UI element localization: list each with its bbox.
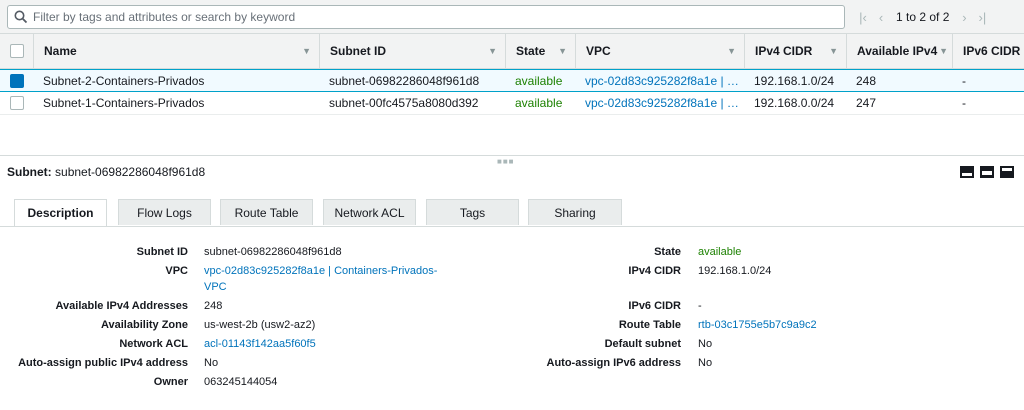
col-ipv4-cidr[interactable]: IPv4 CIDR ▼ <box>744 34 846 69</box>
value-auto-assign-ipv4: No <box>204 357 219 369</box>
label-default-subnet: Default subnet <box>604 338 681 350</box>
value-ipv6-cidr: - <box>698 300 702 312</box>
col-state[interactable]: State ▼ <box>505 34 575 69</box>
cell-name: Subnet-2-Containers-Privados <box>43 74 205 88</box>
filter-bar: |‹ ‹ 1 to 2 of 2 › ›| <box>0 0 1024 34</box>
first-page-icon[interactable]: |‹ <box>858 10 868 25</box>
search-box[interactable] <box>7 5 845 29</box>
col-label: Available IPv4 <box>857 44 938 58</box>
label-owner: Owner <box>153 376 188 388</box>
cell-ipv6-cidr: - <box>962 74 966 88</box>
col-subnet-id[interactable]: Subnet ID ▼ <box>319 34 505 69</box>
col-label: Name <box>44 44 77 58</box>
detail-title-value: subnet-06982286048f961d8 <box>55 165 206 179</box>
label-auto-assign-ipv6: Auto-assign IPv6 address <box>546 357 682 369</box>
col-label: IPv4 CIDR <box>755 44 813 58</box>
value-ipv4-cidr: 192.168.1.0/24 <box>698 265 772 277</box>
search-icon <box>14 10 28 24</box>
value-route-table-link[interactable]: rtb-03c1755e5b7c9a9c2 <box>698 319 817 331</box>
pane-splitter[interactable]: ■■■ <box>0 155 1024 166</box>
table-row[interactable]: Subnet-2-Containers-Privados subnet-0698… <box>0 69 1024 92</box>
last-page-icon[interactable]: ›| <box>977 10 987 25</box>
cell-ipv6-cidr: - <box>962 96 966 110</box>
pagination: |‹ ‹ 1 to 2 of 2 › ›| <box>858 8 987 26</box>
select-all-checkbox[interactable] <box>10 44 24 58</box>
row-checkbox[interactable] <box>10 96 24 110</box>
label-subnet-id: Subnet ID <box>136 246 188 258</box>
col-label: State <box>516 44 546 58</box>
cell-subnet-id: subnet-00fc4575a8080d392 <box>329 96 479 110</box>
cell-state: available <box>515 74 563 88</box>
cell-ipv4-cidr: 192.168.0.0/24 <box>754 96 835 110</box>
label-vpc: VPC <box>165 265 188 277</box>
cell-ipv4-cidr: 192.168.1.0/24 <box>754 74 835 88</box>
value-vpc-link[interactable]: vpc-02d83c925282f8a1e | Containers-Priva… <box>204 265 437 277</box>
cell-available-ipv4: 248 <box>856 74 877 88</box>
sort-caret-icon[interactable]: ▼ <box>488 34 497 69</box>
col-label: VPC <box>586 44 611 58</box>
subnets-table: Name ▼ Subnet ID ▼ State ▼ VPC ▼ IPv4 CIDR ▼ … <box>0 34 1024 115</box>
col-vpc[interactable]: VPC ▼ <box>575 34 744 69</box>
label-availability-zone: Availability Zone <box>100 319 188 331</box>
tab-description[interactable]: Description <box>14 199 107 227</box>
col-label: IPv6 CIDR <box>963 44 1021 58</box>
cell-available-ipv4: 247 <box>856 96 877 110</box>
value-state: available <box>698 246 742 258</box>
label-network-acl: Network ACL <box>119 338 188 350</box>
col-available-ipv4[interactable]: Available IPv4 ▼ <box>846 34 952 69</box>
cell-vpc-link[interactable]: vpc-02d83c925282f8a1e | Containers-Priva… <box>575 70 740 92</box>
layout-switcher <box>960 166 1014 178</box>
tab-divider <box>0 226 1024 227</box>
sort-caret-icon[interactable]: ▼ <box>727 34 736 69</box>
cell-name: Subnet-1-Containers-Privados <box>43 96 205 110</box>
value-available-ipv4: 248 <box>204 300 223 312</box>
label-route-table: Route Table <box>618 319 681 331</box>
layout-top-icon[interactable] <box>960 166 974 178</box>
value-vpc-link-cont[interactable]: VPC <box>204 281 227 293</box>
sort-caret-icon[interactable]: ▼ <box>302 34 311 69</box>
tab-network-acl[interactable]: Network ACL <box>323 199 416 225</box>
cell-subnet-id: subnet-06982286048f961d8 <box>329 74 480 88</box>
table-row[interactable]: Subnet-1-Containers-Privados subnet-00fc… <box>0 92 1024 115</box>
tab-tags[interactable]: Tags <box>426 199 519 225</box>
pagination-text: 1 to 2 of 2 <box>896 10 950 24</box>
tab-route-table[interactable]: Route Table <box>220 199 313 225</box>
detail-tabs: Description Flow Logs Route Table Networ… <box>14 199 1024 227</box>
cell-vpc-link[interactable]: vpc-02d83c925282f8a1e | Containers-Priva… <box>575 92 740 114</box>
col-label: Subnet ID <box>330 44 386 58</box>
select-all-cell <box>0 34 33 69</box>
label-state: State <box>654 246 681 258</box>
col-ipv6-cidr[interactable]: IPv6 CIDR <box>952 34 1024 69</box>
tab-sharing[interactable]: Sharing <box>528 199 622 225</box>
drag-handle-icon[interactable]: ■■■ <box>497 157 515 166</box>
col-name[interactable]: Name ▼ <box>33 34 319 69</box>
next-page-icon[interactable]: › <box>959 10 969 25</box>
label-ipv4-cidr: IPv4 CIDR <box>628 265 681 277</box>
label-auto-assign-ipv4: Auto-assign public IPv4 address <box>18 357 188 369</box>
prev-page-icon[interactable]: ‹ <box>876 10 886 25</box>
table-header: Name ▼ Subnet ID ▼ State ▼ VPC ▼ IPv4 CIDR ▼ … <box>0 34 1024 69</box>
value-default-subnet: No <box>698 338 713 350</box>
detail-title: Subnet: subnet-06982286048f961d8 <box>7 165 205 179</box>
sort-caret-icon[interactable]: ▼ <box>558 34 567 69</box>
row-checkbox[interactable] <box>10 74 24 88</box>
label-ipv6-cidr: IPv6 CIDR <box>628 300 681 312</box>
cell-state: available <box>515 96 563 110</box>
value-availability-zone: us-west-2b (usw2-az2) <box>204 319 316 331</box>
value-network-acl-link[interactable]: acl-01143f142aa5f60f5 <box>204 338 316 350</box>
sort-caret-icon[interactable]: ▼ <box>829 34 838 69</box>
sort-caret-icon[interactable]: ▼ <box>939 34 948 69</box>
tab-flow-logs[interactable]: Flow Logs <box>118 199 211 225</box>
search-input[interactable] <box>33 8 833 26</box>
layout-bottom-icon[interactable] <box>1000 166 1014 178</box>
label-available-ipv4: Available IPv4 Addresses <box>55 300 188 312</box>
value-auto-assign-ipv6: No <box>698 357 713 369</box>
value-owner: 063245144054 <box>204 376 278 388</box>
value-subnet-id: subnet-06982286048f961d8 <box>204 246 342 258</box>
detail-title-label: Subnet: <box>7 165 52 179</box>
layout-middle-icon[interactable] <box>980 166 994 178</box>
